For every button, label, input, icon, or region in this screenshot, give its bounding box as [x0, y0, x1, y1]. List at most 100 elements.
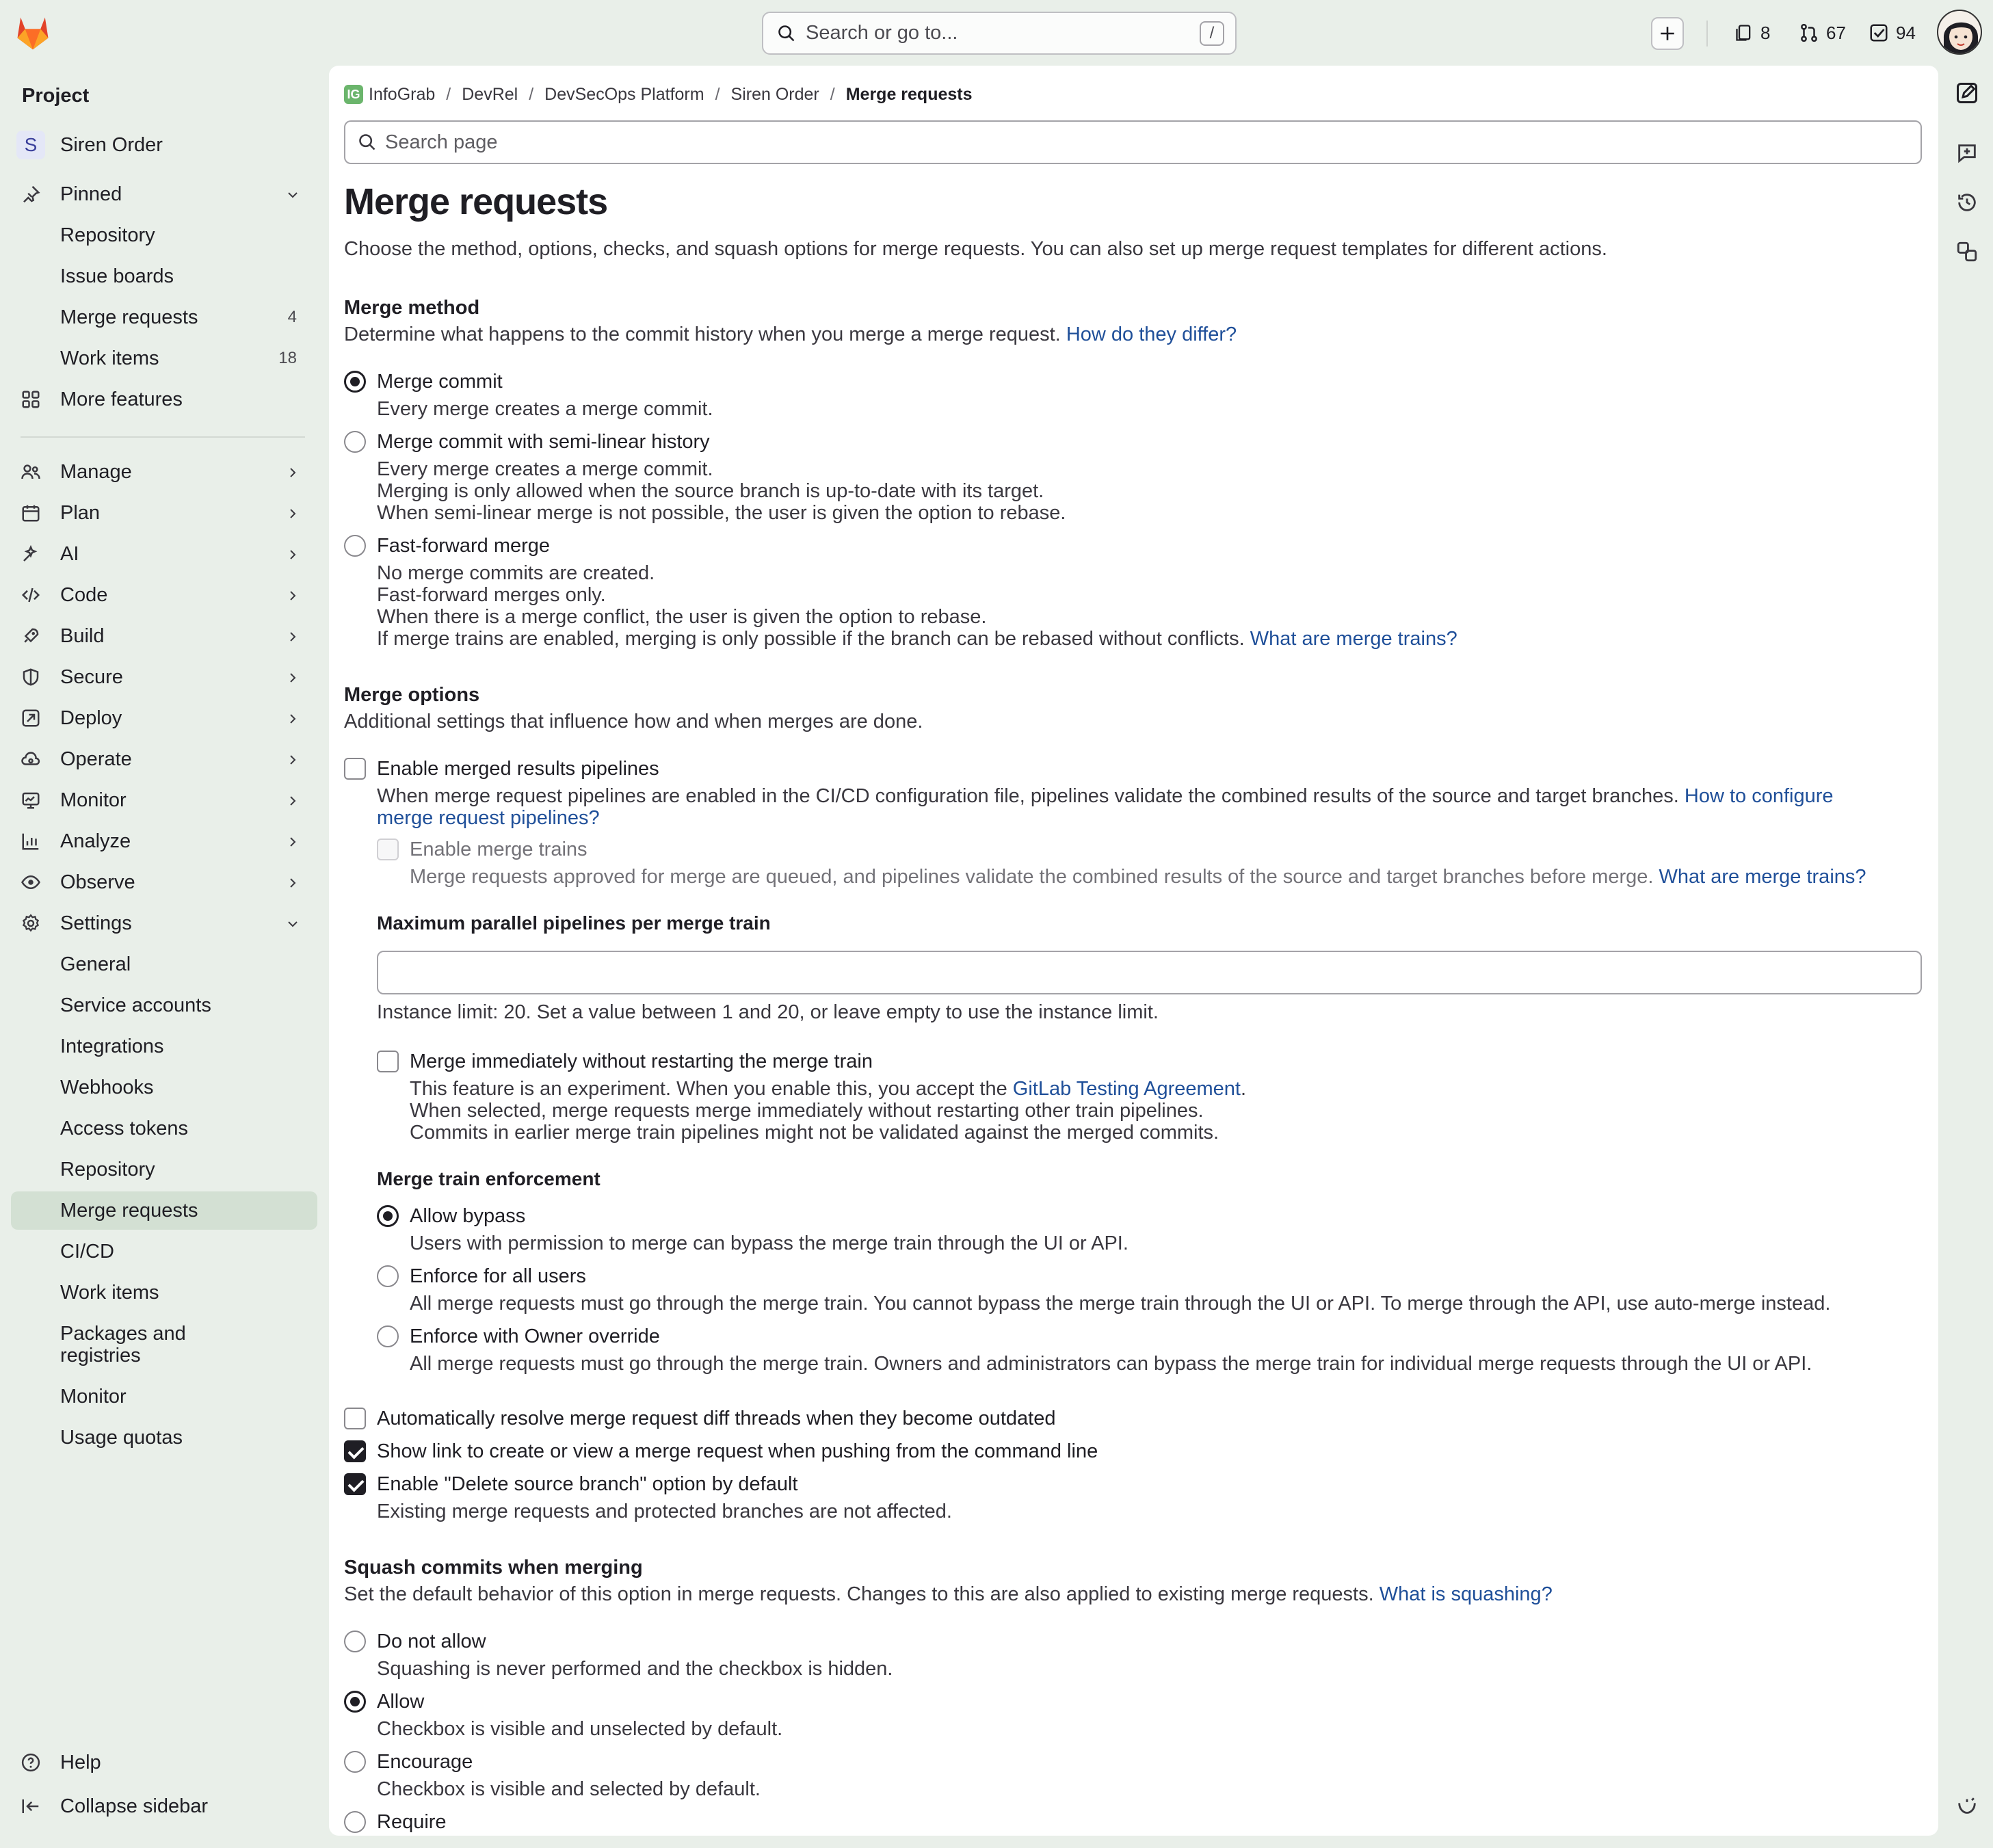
sidebar-group-monitor[interactable]: Monitor: [11, 781, 317, 819]
delete-branch-checkbox[interactable]: [344, 1473, 366, 1495]
issues-counter[interactable]: 8: [1734, 19, 1770, 47]
search-icon: [778, 25, 795, 41]
auto-resolve-label: Automatically resolve merge request diff…: [377, 1408, 1056, 1429]
merge-requests-count: 67: [1826, 22, 1846, 43]
sidebar-group-settings[interactable]: Settings: [11, 904, 317, 942]
breadcrumb-item[interactable]: DevSecOps Platform: [544, 85, 704, 105]
sidebar-item-work-items[interactable]: Work items: [11, 1273, 317, 1312]
show-link-checkbox[interactable]: [344, 1440, 366, 1462]
sidebar-group-ai[interactable]: AI: [11, 535, 317, 573]
sidebar-group-analyze[interactable]: Analyze: [11, 822, 317, 860]
sidebar-item-label: Work items: [60, 347, 159, 369]
sidebar-pinned-item[interactable]: Merge requests 4: [11, 298, 317, 336]
fast-forward-radio[interactable]: [344, 535, 366, 557]
chevron-right-icon: [285, 874, 301, 897]
merge-immediately-checkbox[interactable]: [377, 1051, 399, 1072]
enforce-all-radio[interactable]: [377, 1265, 399, 1287]
sidebar-item-general[interactable]: General: [11, 945, 317, 984]
edit-panel-button[interactable]: [1952, 78, 1982, 108]
collapse-icon: [21, 1796, 51, 1817]
ai-sparkle-icon: [1958, 1797, 1976, 1814]
sidebar-pinned-item[interactable]: Issue boards: [11, 257, 317, 295]
sidebar-item-ci-cd[interactable]: CI/CD: [11, 1232, 317, 1271]
what-is-squashing-link[interactable]: What is squashing?: [1380, 1583, 1553, 1605]
merge-method-help-link[interactable]: How do they differ?: [1066, 324, 1237, 345]
sidebar-item-label: Work items: [60, 1281, 159, 1304]
compare-button[interactable]: [1952, 237, 1982, 267]
sidebar-group-observe[interactable]: Observe: [11, 863, 317, 901]
sidebar-item-packages-registries[interactable]: Packages and registries: [11, 1315, 317, 1375]
merge-requests-counter[interactable]: 67: [1799, 19, 1846, 47]
sidebar-pinned[interactable]: Pinned: [11, 175, 317, 213]
sidebar-item-label: Settings: [60, 912, 132, 934]
sidebar-item-access-tokens[interactable]: Access tokens: [11, 1109, 317, 1148]
sidebar-item-label: More features: [60, 388, 183, 410]
enforce-owner-radio[interactable]: [377, 1325, 399, 1347]
sidebar-group-plan[interactable]: Plan: [11, 494, 317, 532]
description-text: Set the default behavior of this option …: [344, 1583, 1374, 1605]
sidebar-item-usage-quotas[interactable]: Usage quotas: [11, 1418, 317, 1457]
merge-trains-checkbox[interactable]: [377, 839, 399, 860]
chevron-right-icon: [285, 628, 301, 650]
sidebar-group-deploy[interactable]: Deploy: [11, 699, 317, 737]
configure-pipelines-link[interactable]: How to configure: [1685, 785, 1834, 807]
global-search-input[interactable]: Search or go to... /: [762, 12, 1237, 55]
issues-icon: [1736, 25, 1751, 41]
sidebar-item-merge-requests[interactable]: Merge requests: [11, 1191, 317, 1230]
create-new-button[interactable]: [1651, 17, 1684, 50]
sidebar-group-code[interactable]: Code: [11, 576, 317, 614]
comments-button[interactable]: [1952, 138, 1982, 168]
chevron-right-icon: [285, 751, 301, 774]
sidebar-more-features[interactable]: More features: [11, 380, 317, 419]
merge-commit-radio[interactable]: [344, 371, 366, 393]
auto-resolve-checkbox[interactable]: [344, 1408, 366, 1429]
merge-trains-link[interactable]: What are merge trains?: [1250, 628, 1457, 650]
what-are-merge-trains-link[interactable]: What are merge trains?: [1659, 866, 1866, 888]
eye-icon: [21, 872, 51, 893]
sidebar-pinned-item[interactable]: Repository: [11, 216, 317, 254]
sidebar-project[interactable]: S Siren Order: [11, 126, 317, 164]
collapse-sidebar-button[interactable]: Collapse sidebar: [11, 1787, 317, 1825]
sidebar-item-service-accounts[interactable]: Service accounts: [11, 986, 317, 1025]
breadcrumb-item[interactable]: Siren Order: [731, 85, 819, 105]
max-parallel-input[interactable]: [377, 951, 1922, 994]
sidebar-group-build[interactable]: Build: [11, 617, 317, 655]
squash-heading: Squash commits when merging: [344, 1557, 643, 1579]
squash-encourage-help: Checkbox is visible and selected by defa…: [377, 1778, 761, 1800]
todos-counter[interactable]: 94: [1869, 19, 1916, 47]
merged-results-checkbox[interactable]: [344, 758, 366, 780]
semi-linear-radio[interactable]: [344, 431, 366, 453]
gitlab-logo-icon[interactable]: [12, 12, 53, 53]
sidebar-group-operate[interactable]: Operate: [11, 740, 317, 778]
page-description: Choose the method, options, checks, and …: [344, 238, 1607, 260]
testing-agreement-link[interactable]: GitLab Testing Agreement: [1013, 1078, 1241, 1100]
breadcrumb-item[interactable]: DevRel: [462, 85, 518, 105]
chevron-right-icon: [285, 505, 301, 527]
sidebar-group-manage[interactable]: Manage: [11, 453, 317, 491]
sidebar-item-integrations[interactable]: Integrations: [11, 1027, 317, 1066]
history-button[interactable]: [1952, 187, 1982, 217]
sidebar-help[interactable]: Help: [11, 1743, 317, 1782]
sidebar-item-webhooks[interactable]: Webhooks: [11, 1068, 317, 1107]
sidebar-item-label: Repository: [60, 224, 155, 246]
merge-train-enforcement-heading: Merge train enforcement: [377, 1168, 600, 1189]
chart-icon: [21, 831, 51, 852]
sidebar-pinned-item[interactable]: Work items 18: [11, 339, 317, 378]
description-text: Determine what happens to the commit his…: [344, 324, 1061, 345]
chevron-right-icon: [285, 710, 301, 732]
page-search-input[interactable]: Search page: [344, 120, 1922, 164]
gear-icon: [21, 913, 51, 934]
allow-bypass-radio[interactable]: [377, 1205, 399, 1227]
user-avatar[interactable]: [1937, 10, 1982, 55]
squash-do-not-allow-radio[interactable]: [344, 1631, 366, 1652]
breadcrumb-item[interactable]: InfoGrab: [369, 85, 435, 105]
tanuki-ai-button[interactable]: [1952, 1792, 1982, 1822]
squash-encourage-radio[interactable]: [344, 1751, 366, 1773]
squash-require-radio[interactable]: [344, 1811, 366, 1833]
configure-pipelines-link-cont[interactable]: merge request pipelines?: [377, 807, 600, 829]
sidebar-group-secure[interactable]: Secure: [11, 658, 317, 696]
sidebar-item-repository[interactable]: Repository: [11, 1150, 317, 1189]
squash-allow-radio[interactable]: [344, 1691, 366, 1713]
sidebar-item-monitor[interactable]: Monitor: [11, 1377, 317, 1416]
help-icon: [21, 1752, 51, 1773]
